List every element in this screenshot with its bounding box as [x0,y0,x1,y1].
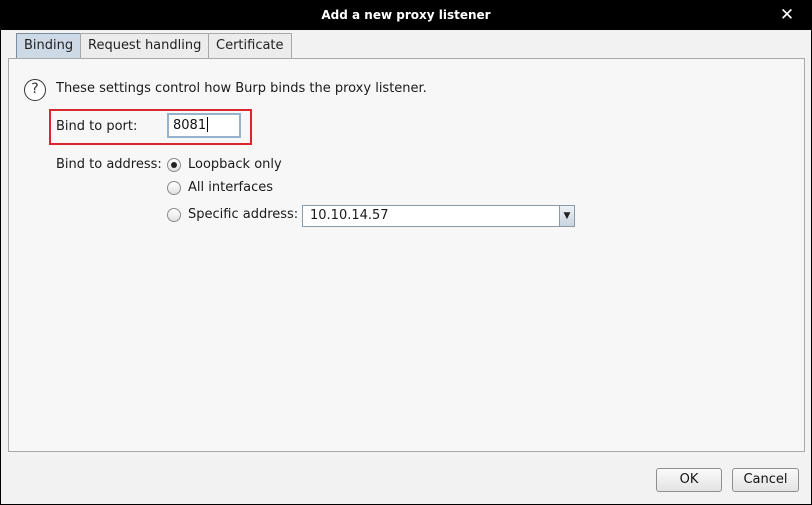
tab-certificate[interactable]: Certificate [208,33,292,58]
bind-address-label: Bind to address: [56,157,162,172]
radio-button-icon[interactable] [167,208,181,222]
bind-port-input[interactable]: 8081 [167,113,241,138]
binding-panel: ? These settings control how Burp binds … [8,58,805,452]
bind-port-label: Bind to port: [56,119,138,134]
radio-label: Loopback only [188,157,282,172]
text-caret [207,117,209,132]
tab-strip: Binding Request handling Certificate [1,30,811,58]
radio-label: Specific address: [188,207,299,222]
bind-port-value: 8081 [173,118,207,133]
specific-address-value: 10.10.14.57 [310,208,389,223]
cancel-button[interactable]: Cancel [732,468,799,492]
tab-request-handling[interactable]: Request handling [80,33,210,58]
chevron-down-icon[interactable]: ▼ [559,206,574,226]
proxy-listener-dialog: Add a new proxy listener ✕ Binding Reque… [0,0,812,505]
title-bar[interactable]: Add a new proxy listener ✕ [1,1,811,30]
question-mark-icon[interactable]: ? [24,79,46,101]
tab-binding[interactable]: Binding [16,33,82,58]
ok-button[interactable]: OK [656,468,722,492]
radio-label: All interfaces [188,180,274,195]
radio-button-icon[interactable] [167,181,181,195]
specific-address-dropdown[interactable]: 10.10.14.57 ▼ [302,205,575,227]
close-icon[interactable]: ✕ [779,7,795,24]
window-title: Add a new proxy listener [321,8,491,22]
binding-description: These settings control how Burp binds th… [56,81,427,96]
radio-button-icon[interactable] [167,158,181,172]
